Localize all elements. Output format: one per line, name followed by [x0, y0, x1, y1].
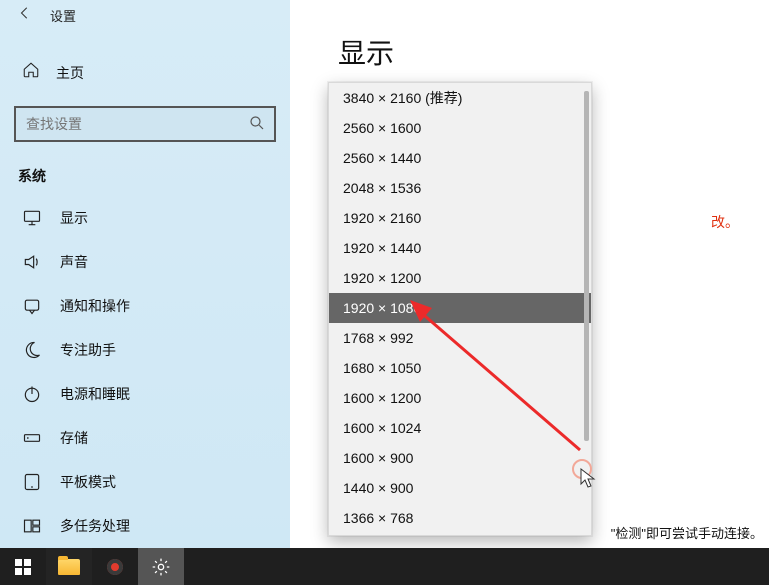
resolution-option[interactable]: 2560 × 1440	[329, 143, 591, 173]
resolution-option[interactable]: 1920 × 1200	[329, 263, 591, 293]
resolution-option[interactable]: 1366 × 768	[329, 503, 591, 533]
sidebar-item-label: 平板模式	[60, 472, 116, 492]
home-icon	[22, 61, 40, 84]
sidebar-item-label: 存储	[60, 428, 88, 448]
sidebar-item-power[interactable]: 电源和睡眠	[0, 372, 290, 416]
sidebar-item-label: 专注助手	[60, 340, 116, 360]
speaker-icon	[22, 252, 42, 272]
resolution-option[interactable]: 1920 × 1080	[329, 293, 591, 323]
resolution-option[interactable]: 1440 × 900	[329, 473, 591, 503]
resolution-option[interactable]: 1600 × 1200	[329, 383, 591, 413]
tablet-icon	[22, 472, 42, 492]
sidebar-item-label: 显示	[60, 208, 88, 228]
resolution-list: 3840 × 2160 (推荐)2560 × 16002560 × 144020…	[329, 83, 591, 535]
truncated-hint-text: "检测"即可尝试手动连接。	[611, 523, 763, 542]
search-icon	[248, 114, 266, 137]
taskbar-settings[interactable]	[138, 548, 184, 585]
start-button[interactable]	[0, 548, 46, 585]
search-wrap	[14, 106, 276, 142]
settings-window: 设置 主页 系统 显示声音通知和操作专注助手电源和睡眠存储平板模式多任务处理 显…	[0, 0, 769, 585]
resolution-option[interactable]: 1920 × 1440	[329, 233, 591, 263]
monitor-icon	[22, 208, 42, 228]
sidebar-section-system: 系统	[18, 166, 290, 186]
sidebar-item-home[interactable]: 主页	[0, 53, 290, 92]
resolution-option[interactable]: 1600 × 900	[329, 443, 591, 473]
record-icon	[107, 559, 123, 575]
sidebar-item-sound[interactable]: 声音	[0, 240, 290, 284]
sidebar-item-label: 电源和睡眠	[60, 384, 130, 404]
resolution-option[interactable]: 1600 × 1024	[329, 413, 591, 443]
search-input[interactable]	[14, 106, 276, 142]
window-title: 设置	[50, 6, 76, 25]
truncated-red-text: 改。	[711, 212, 739, 232]
scrollbar-thumb[interactable]	[584, 91, 589, 441]
sidebar-item-multitask[interactable]: 多任务处理	[0, 504, 290, 548]
sidebar-item-tablet[interactable]: 平板模式	[0, 460, 290, 504]
sidebar: 设置 主页 系统 显示声音通知和操作专注助手电源和睡眠存储平板模式多任务处理	[0, 0, 290, 548]
home-label: 主页	[56, 63, 84, 83]
resolution-option[interactable]: 1768 × 992	[329, 323, 591, 353]
taskbar-explorer[interactable]	[46, 548, 92, 585]
sidebar-item-label: 声音	[60, 252, 88, 272]
titlebar: 设置	[0, 0, 290, 35]
folder-icon	[58, 559, 80, 575]
resolution-dropdown[interactable]: 3840 × 2160 (推荐)2560 × 16002560 × 144020…	[328, 82, 592, 536]
back-icon[interactable]	[18, 6, 32, 25]
cursor-icon	[580, 468, 598, 490]
gear-icon	[151, 557, 171, 577]
resolution-option[interactable]: 1920 × 2160	[329, 203, 591, 233]
resolution-option[interactable]: 2048 × 1536	[329, 173, 591, 203]
sidebar-item-focus[interactable]: 专注助手	[0, 328, 290, 372]
moon-icon	[22, 340, 42, 360]
sidebar-item-display[interactable]: 显示	[0, 196, 290, 240]
storage-icon	[22, 428, 42, 448]
notification-icon	[22, 296, 42, 316]
multitask-icon	[22, 516, 42, 536]
resolution-option[interactable]: 1680 × 1050	[329, 353, 591, 383]
sidebar-item-label: 多任务处理	[60, 516, 130, 536]
resolution-option[interactable]: 3840 × 2160 (推荐)	[329, 83, 591, 113]
resolution-option[interactable]: 2560 × 1600	[329, 113, 591, 143]
sidebar-item-label: 通知和操作	[60, 296, 130, 316]
taskbar-record[interactable]	[92, 548, 138, 585]
sidebar-item-storage[interactable]: 存储	[0, 416, 290, 460]
taskbar	[0, 548, 769, 585]
page-title: 显示	[338, 32, 769, 72]
power-icon	[22, 384, 42, 404]
sidebar-item-notify[interactable]: 通知和操作	[0, 284, 290, 328]
sidebar-nav: 显示声音通知和操作专注助手电源和睡眠存储平板模式多任务处理	[0, 196, 290, 548]
